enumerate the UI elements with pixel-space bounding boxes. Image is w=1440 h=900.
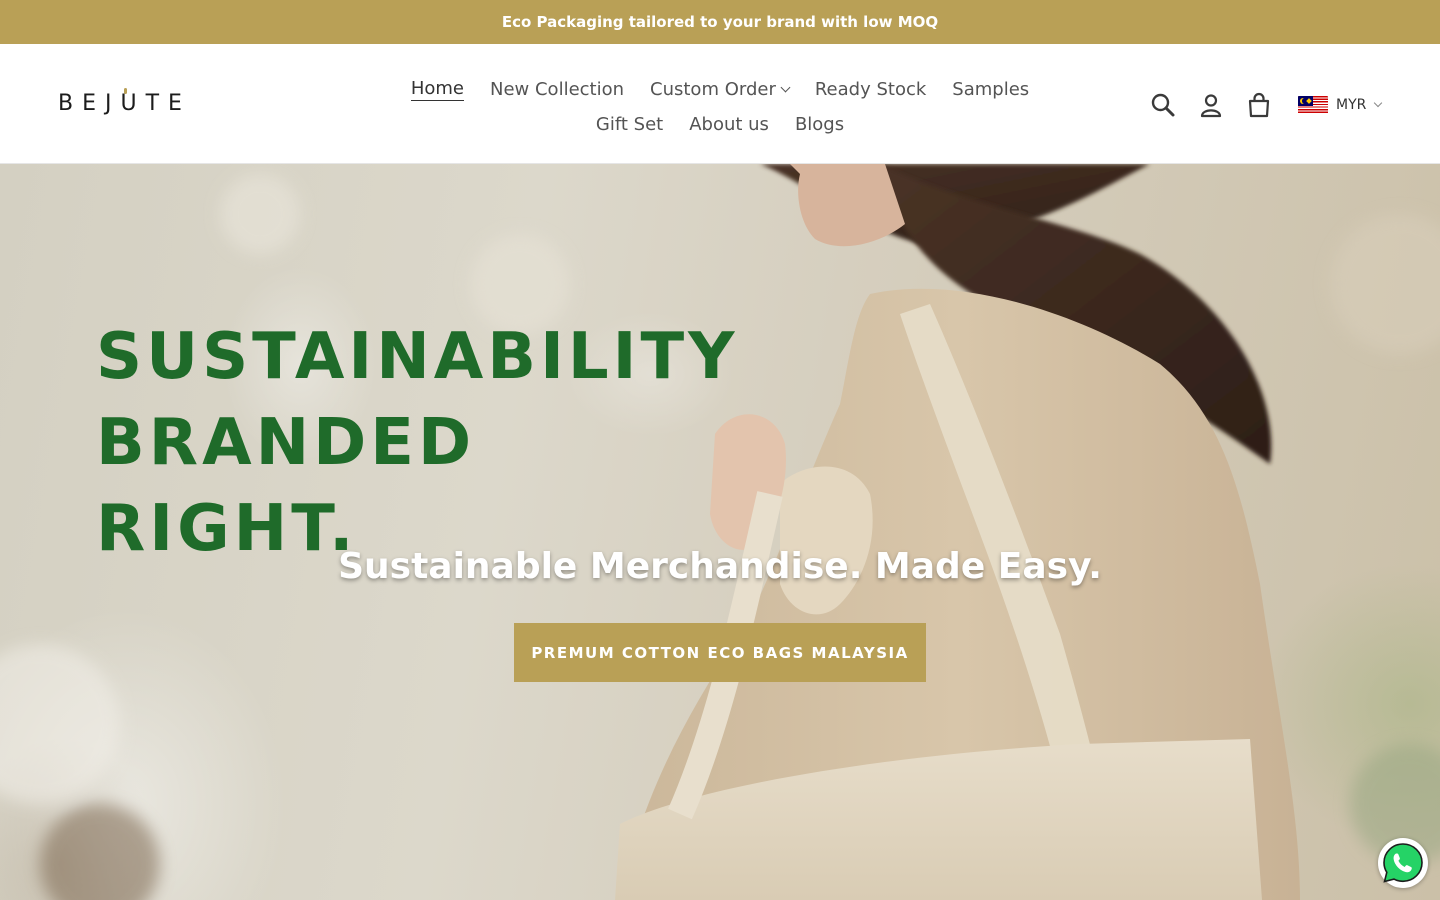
nav-ready-stock[interactable]: Ready Stock <box>815 79 926 100</box>
header-actions: MYR <box>1148 88 1383 122</box>
logo-text-end: TE <box>145 91 191 116</box>
chevron-down-icon <box>1374 98 1383 108</box>
hero-headline-line: SUSTAINABILITY <box>96 320 739 394</box>
nav-about-us[interactable]: About us <box>689 114 769 135</box>
nav-new-collection[interactable]: New Collection <box>490 79 624 100</box>
main-nav: Home New Collection Custom Order Ready S… <box>380 72 1060 142</box>
malaysia-flag-icon <box>1298 96 1328 114</box>
announcement-bar: Eco Packaging tailored to your brand wit… <box>0 0 1440 44</box>
chevron-down-icon <box>780 82 791 93</box>
search-icon <box>1151 93 1175 117</box>
logo-text-accent-letter: U <box>120 88 146 116</box>
hero-subheading: Sustainable Merchandise. Made Easy. <box>338 546 1102 587</box>
nav-row-primary: Home New Collection Custom Order Ready S… <box>380 72 1060 107</box>
announcement-text: Eco Packaging tailored to your brand wit… <box>501 13 939 31</box>
hero-headline-line: BRANDED <box>96 406 476 480</box>
whatsapp-icon <box>1380 840 1426 886</box>
currency-selector[interactable]: MYR <box>1298 96 1383 114</box>
cart-icon <box>1248 92 1270 118</box>
nav-blogs[interactable]: Blogs <box>795 114 844 135</box>
search-button[interactable] <box>1148 90 1178 120</box>
account-button[interactable] <box>1196 90 1226 120</box>
currency-code: MYR <box>1336 97 1367 113</box>
site-header: BEJUTE Home New Collection Custom Order … <box>0 44 1440 164</box>
account-icon <box>1200 94 1222 118</box>
hero-headline: SUSTAINABILITY BRANDED RIGHT. <box>96 314 738 572</box>
nav-custom-order-label: Custom Order <box>650 79 776 100</box>
nav-row-secondary: Gift Set About us Blogs <box>380 107 1060 142</box>
hero-banner: SUSTAINABILITY BRANDED RIGHT. Sustainabl… <box>0 164 1440 900</box>
cart-button[interactable] <box>1244 90 1274 120</box>
logo-text-start: BEJ <box>58 91 121 116</box>
nav-custom-order[interactable]: Custom Order <box>650 79 791 100</box>
brand-logo[interactable]: BEJUTE <box>58 88 191 116</box>
nav-home[interactable]: Home <box>410 78 464 101</box>
hero-cta-button[interactable]: PREMUM COTTON ECO BAGS MALAYSIA <box>514 623 926 682</box>
nav-samples[interactable]: Samples <box>952 79 1029 100</box>
whatsapp-chat-button[interactable] <box>1378 838 1428 888</box>
nav-gift-set[interactable]: Gift Set <box>596 114 663 135</box>
